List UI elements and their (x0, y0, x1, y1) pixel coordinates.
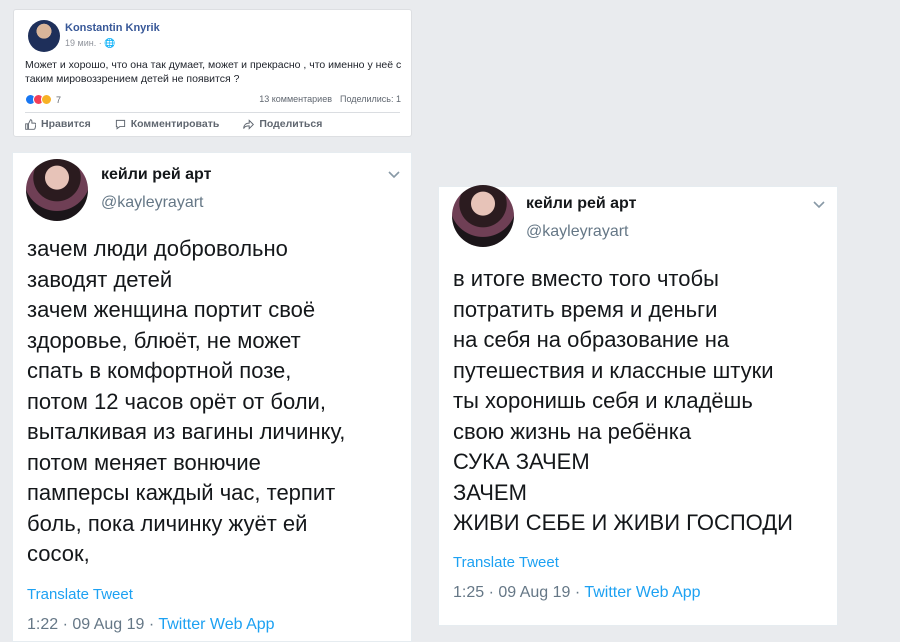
translate-tweet-link[interactable]: Translate Tweet (27, 586, 133, 603)
tweet-card: кейли рей арт @kayleyrayart зачем люди д… (12, 152, 412, 642)
tweet-author-handle[interactable]: @kayleyrayart (526, 223, 629, 241)
globe-icon: 🌐 (104, 38, 116, 48)
tweet-author-handle[interactable]: @kayleyrayart (101, 194, 204, 212)
tweet-source-app[interactable]: Twitter Web App (584, 584, 700, 601)
divider (25, 112, 400, 113)
comment-icon (115, 119, 125, 130)
tweet-text: в итоге вместо того чтобы потратить врем… (453, 266, 793, 535)
tweet-time[interactable]: 1:25 · 09 Aug 19 · (453, 584, 584, 601)
tweet-source-app[interactable]: Twitter Web App (158, 616, 274, 633)
comments-count-link[interactable]: 13 комментариев (259, 94, 332, 104)
tweet-card: кейли рей арт @kayleyrayart в итоге вмес… (438, 185, 838, 626)
post-timestamp: 19 мин. · 🌐 (65, 38, 115, 49)
tweet-author-avatar[interactable] (452, 185, 514, 247)
post-text: Может и хорошо, что она так думает, може… (25, 59, 402, 85)
chevron-down-icon[interactable] (388, 169, 400, 181)
like-button-label: Нравится (41, 118, 91, 130)
chevron-down-icon[interactable] (813, 199, 825, 211)
share-button-label: Поделиться (259, 118, 323, 130)
reactions-summary[interactable]: 7 (25, 94, 61, 105)
post-time[interactable]: 19 мин. · (65, 38, 102, 48)
thumbs-up-icon (25, 118, 36, 130)
tweet-author-avatar[interactable] (26, 159, 88, 221)
post-author-name[interactable]: Konstantin Knyrik (65, 22, 160, 34)
like-button[interactable]: Нравится (25, 118, 91, 130)
translate-tweet-link[interactable]: Translate Tweet (453, 554, 559, 571)
tweet-text: зачем люди добровольно заводят детей зач… (27, 236, 346, 566)
share-button[interactable]: Поделиться (243, 118, 322, 130)
reactions-count: 7 (56, 94, 62, 105)
share-icon (243, 118, 255, 130)
post-actions: Нравится Комментировать Поделиться (25, 118, 322, 130)
comment-button[interactable]: Комментировать (115, 118, 220, 130)
tweet-timestamp: 1:25 · 09 Aug 19 · Twitter Web App (453, 584, 701, 602)
haha-reaction-icon (41, 94, 52, 105)
tweet-author-name[interactable]: кейли рей арт (526, 195, 636, 213)
author-avatar[interactable] (28, 20, 60, 52)
facebook-post-card: Konstantin Knyrik 19 мин. · 🌐 Может и хо… (13, 9, 412, 137)
tweet-time[interactable]: 1:22 · 09 Aug 19 · (27, 616, 158, 633)
tweet-timestamp: 1:22 · 09 Aug 19 · Twitter Web App (27, 616, 275, 634)
tweet-author-name[interactable]: кейли рей арт (101, 166, 211, 184)
shares-count-link[interactable]: Поделились: 1 (340, 94, 401, 104)
comment-button-label: Комментировать (130, 118, 220, 130)
post-stats: 13 комментариев Поделились: 1 (259, 94, 401, 104)
